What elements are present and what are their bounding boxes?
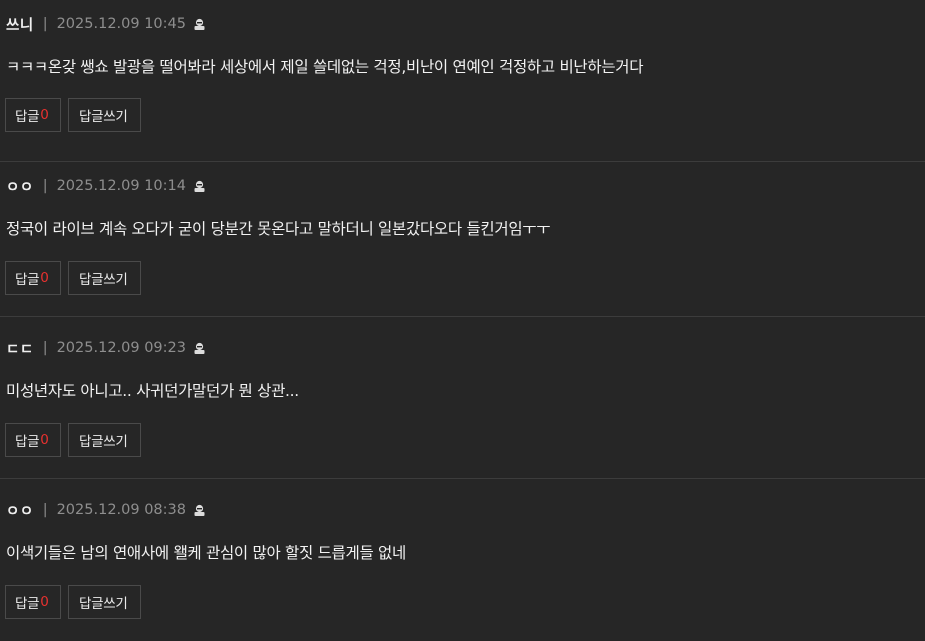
user-lock-icon (194, 180, 205, 193)
comment-meta: ㅇㅇ | 2025.12.09 10:14 (6, 176, 205, 196)
comment-item: ㄷㄷ | 2025.12.09 09:23 미성년자도 아니고.. 사귀던가말던… (0, 317, 925, 479)
comment-body: 미성년자도 아니고.. 사귀던가말던가 뭔 상관... (6, 382, 299, 400)
reply-button[interactable]: 답글 0 (5, 423, 61, 457)
comment-meta: ㅇㅇ | 2025.12.09 08:38 (6, 500, 205, 520)
reply-label: 답글 (15, 434, 40, 450)
write-reply-button[interactable]: 답글쓰기 (68, 98, 141, 132)
comment-body: 정국이 라이브 계속 오다가 굳이 당분간 못온다고 말하더니 일본갔다오다 들… (6, 220, 551, 238)
meta-separator: | (42, 340, 48, 356)
comment-actions: 답글 0 답글쓰기 (5, 423, 141, 457)
comment-actions: 답글 0 답글쓰기 (5, 261, 141, 295)
comment-actions: 답글 0 답글쓰기 (5, 585, 141, 619)
comment-date: 2025.12.09 09:23 (56, 340, 186, 356)
meta-separator: | (42, 16, 48, 32)
comment-body: 이색기들은 남의 연애사에 왤케 관심이 많아 할짓 드릅게들 없네 (6, 544, 406, 562)
comment-date: 2025.12.09 10:45 (56, 16, 186, 32)
reply-button[interactable]: 답글 0 (5, 585, 61, 619)
comment-date: 2025.12.09 08:38 (56, 502, 186, 518)
comment-author: ㅇㅇ (6, 179, 34, 196)
comment-body: ㅋㅋㅋ온갖 쌩쇼 발광을 떨어봐라 세상에서 제일 쓸데없는 걱정,비난이 연예… (6, 58, 644, 76)
comment-actions: 답글 0 답글쓰기 (5, 98, 141, 132)
reply-label: 답글 (15, 109, 40, 125)
reply-count: 0 (40, 432, 49, 448)
meta-separator: | (42, 502, 48, 518)
reply-button[interactable]: 답글 0 (5, 98, 61, 132)
reply-button[interactable]: 답글 0 (5, 261, 61, 295)
comment-author: ㅇㅇ (6, 503, 34, 520)
reply-count: 0 (40, 107, 49, 123)
comment-meta: 쓰니 | 2025.12.09 10:45 (6, 14, 205, 34)
comment-item: 쓰니 | 2025.12.09 10:45 ㅋㅋㅋ온갖 쌩쇼 발광을 떨어봐라 … (0, 0, 925, 162)
comment-author: ㄷㄷ (6, 341, 34, 358)
write-reply-button[interactable]: 답글쓰기 (68, 261, 141, 295)
comment-author: 쓰니 (6, 17, 34, 34)
reply-label: 답글 (15, 596, 40, 612)
meta-separator: | (42, 178, 48, 194)
reply-count: 0 (40, 594, 49, 610)
comment-meta: ㄷㄷ | 2025.12.09 09:23 (6, 338, 205, 358)
comment-item: ㅇㅇ | 2025.12.09 08:38 이색기들은 남의 연애사에 왤케 관… (0, 479, 925, 641)
reply-label: 답글 (15, 272, 40, 288)
user-lock-icon (194, 342, 205, 355)
write-reply-button[interactable]: 답글쓰기 (68, 585, 141, 619)
comment-item: ㅇㅇ | 2025.12.09 10:14 정국이 라이브 계속 오다가 굳이 … (0, 155, 925, 317)
comment-date: 2025.12.09 10:14 (56, 178, 186, 194)
user-lock-icon (194, 504, 205, 517)
write-reply-button[interactable]: 답글쓰기 (68, 423, 141, 457)
user-lock-icon (194, 18, 205, 31)
reply-count: 0 (40, 270, 49, 286)
